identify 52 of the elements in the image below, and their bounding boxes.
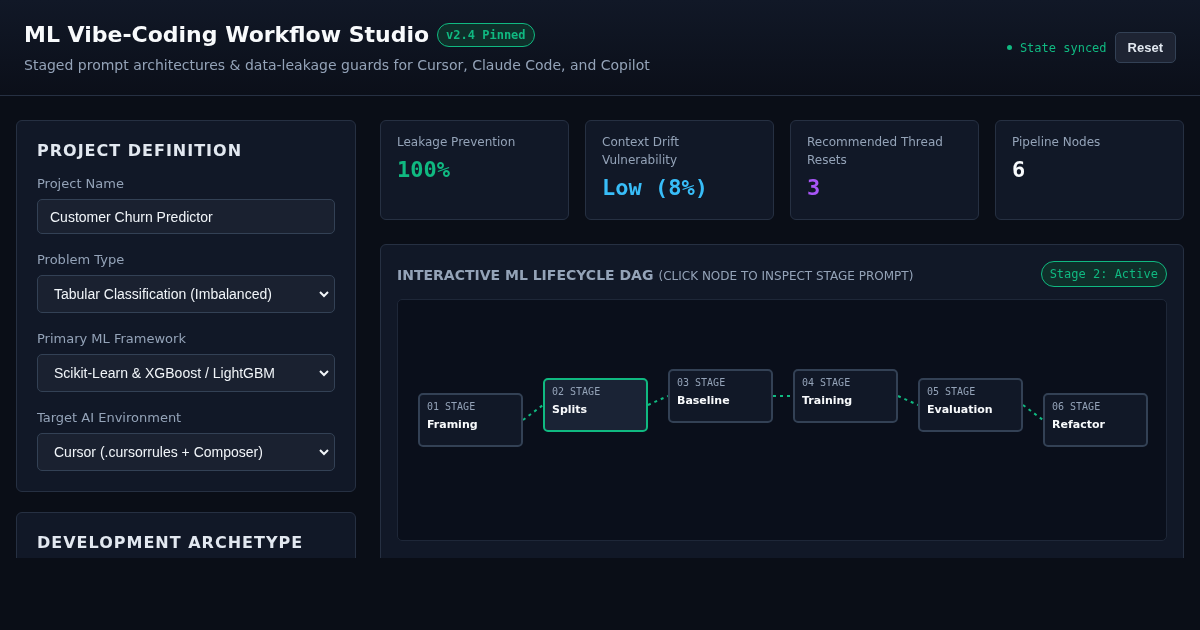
sync-status: State synced — [1019, 40, 1107, 55]
app-title: ML Vibe-Coding Workflow Studio — [24, 22, 430, 47]
connector — [897, 395, 919, 406]
stage-name: Evaluation — [927, 403, 994, 416]
metric-label: Context Drift Vulnerability — [602, 134, 681, 169]
metric-label: Leakage Prevention — [397, 134, 517, 151]
chevron-down-icon — [318, 290, 330, 298]
chevron-down-icon — [318, 369, 330, 377]
stage-name: Framing — [427, 418, 479, 431]
stage-node[interactable]: 06 STAGE Refactor — [1043, 393, 1148, 447]
stage-name: Training — [802, 394, 854, 407]
stage-number: 04 STAGE — [802, 377, 852, 388]
panel-title: DEVELOPMENT ARCHETYPE — [37, 533, 305, 552]
connector — [522, 404, 544, 421]
metric-value: Low (8%) — [602, 175, 709, 200]
metric-label: Recommended Thread Resets — [807, 134, 944, 169]
dag-title: INTERACTIVE ML LIFECYCLE DAG — [397, 266, 654, 283]
stage-name: Baseline — [677, 394, 731, 407]
metric-label: Pipeline Nodes — [1012, 134, 1102, 151]
stage-node[interactable]: 04 STAGE Training — [793, 369, 898, 423]
stage-number: 02 STAGE — [552, 386, 602, 397]
select-field[interactable]: Tabular Classification (Imbalanced) — [37, 275, 335, 313]
status-dot-icon — [1006, 45, 1012, 50]
metric-value: 6 — [1012, 157, 1027, 182]
dag-hint: (CLICK NODE TO INSPECT STAGE PROMPT) — [658, 268, 914, 283]
select-field[interactable]: Cursor (.cursorrules + Composer) — [37, 433, 335, 471]
stage-number: 01 STAGE — [427, 401, 477, 412]
field-label: Project Name — [37, 176, 125, 191]
metric-value: 100% — [397, 157, 451, 182]
stage-name: Refactor — [1052, 418, 1106, 431]
stage-node[interactable]: 01 STAGE Framing — [418, 393, 523, 447]
stage-node[interactable]: 05 STAGE Evaluation — [918, 378, 1023, 432]
reset-button[interactable]: Reset — [1114, 32, 1176, 63]
subtitle: Staged prompt architectures & data-leakage guards for Cursor, Claude Code, and Copilot — [24, 57, 650, 73]
stage-status-badge: Stage 2: Active — [1040, 261, 1167, 287]
field-label: Primary ML Framework — [37, 331, 187, 346]
stage-number: 06 STAGE — [1052, 401, 1102, 412]
panel-title: PROJECT DEFINITION — [37, 141, 244, 160]
stage-name: Splits — [552, 403, 589, 416]
input-field[interactable]: Customer Churn Predictor — [37, 199, 335, 234]
field-label: Target AI Environment — [37, 410, 183, 425]
stage-number: 03 STAGE — [677, 377, 727, 388]
metric-value: 3 — [807, 175, 822, 200]
field-label: Problem Type — [37, 252, 126, 267]
chevron-down-icon — [318, 448, 330, 456]
select-field[interactable]: Scikit-Learn & XGBoost / LightGBM — [37, 354, 335, 392]
stage-node[interactable]: 03 STAGE Baseline — [668, 369, 773, 423]
version-badge: v2.4 Pinned — [437, 22, 535, 47]
stage-node[interactable]: 02 STAGE Splits — [543, 378, 648, 432]
stage-number: 05 STAGE — [927, 386, 977, 397]
connector — [1022, 404, 1044, 421]
connector — [647, 395, 669, 406]
